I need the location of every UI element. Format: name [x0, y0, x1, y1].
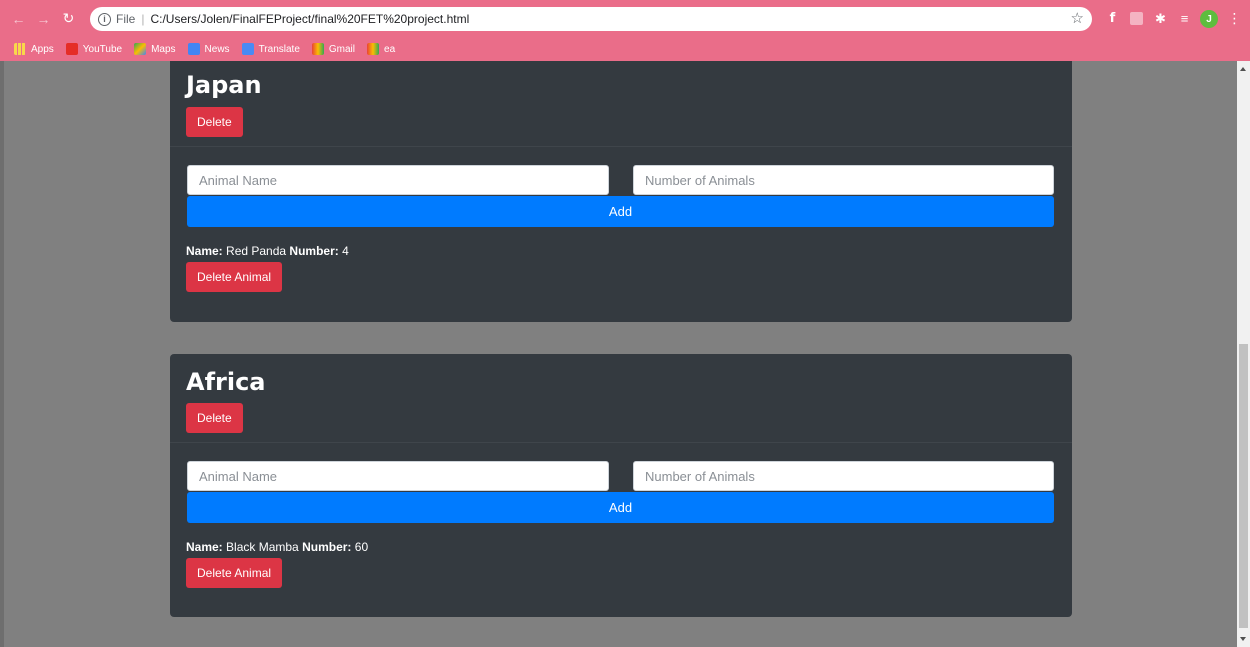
maps-icon	[134, 43, 147, 55]
bookmark-maps[interactable]: Maps	[134, 43, 176, 55]
bookmark-ea[interactable]: ea	[367, 43, 395, 55]
reload-icon[interactable]: ↻	[60, 10, 77, 27]
bookmark-label: YouTube	[82, 43, 123, 55]
bookmarks-bar: Apps YouTube Maps News Translate Gmail e…	[0, 37, 1250, 61]
gmail-icon	[311, 43, 324, 55]
delete-animal-button[interactable]: Delete Animal	[186, 262, 283, 292]
address-bar[interactable]: i File | C:/Users/Jolen/FinalFEProject/f…	[90, 7, 1092, 31]
bookmark-news[interactable]: News	[187, 43, 230, 55]
animal-name-input[interactable]: Animal Name	[187, 165, 609, 195]
animal-number-label: Number:	[302, 540, 352, 554]
back-arrow-icon[interactable]: ←	[10, 10, 27, 27]
scroll-down-arrow-icon[interactable]	[1240, 637, 1246, 641]
animal-entry: Name: Red Panda Number: 4	[186, 244, 349, 258]
info-icon[interactable]: i	[98, 12, 111, 26]
address-separator: |	[141, 12, 145, 26]
scrollbar-thumb[interactable]	[1239, 344, 1248, 628]
habitat-card-africa: Africa Delete Animal Name Number of Anim…	[170, 354, 1072, 617]
animal-number-label: Number:	[289, 244, 339, 258]
animal-name: Black Mamba	[226, 540, 299, 554]
habitat-card-header: Japan Delete	[170, 61, 1072, 147]
bookmark-gmail[interactable]: Gmail	[311, 43, 356, 55]
apps-grid-icon	[14, 43, 26, 55]
animal-number-input[interactable]: Number of Animals	[633, 461, 1054, 491]
animal-number: 60	[354, 540, 369, 554]
profile-avatar[interactable]: J	[1200, 10, 1218, 28]
habitat-title: Africa	[186, 368, 266, 396]
vertical-scrollbar[interactable]	[1237, 61, 1250, 647]
scroll-up-arrow-icon[interactable]	[1240, 67, 1246, 71]
forward-arrow-icon[interactable]: →	[35, 10, 52, 27]
habitat-title: Japan	[186, 71, 262, 99]
bookmark-label: News	[204, 43, 230, 55]
bookmark-translate[interactable]: Translate	[241, 43, 300, 55]
animal-number-input[interactable]: Number of Animals	[633, 165, 1054, 195]
bookmark-label: Translate	[258, 43, 300, 55]
bookmark-star-icon[interactable]: ☆	[1071, 9, 1084, 27]
delete-habitat-button[interactable]: Delete	[186, 403, 243, 433]
bookmark-label: Gmail	[328, 43, 356, 55]
window-edge	[0, 61, 4, 647]
bookmark-label: Apps	[31, 43, 54, 55]
add-animal-button[interactable]: Add	[187, 492, 1054, 523]
habitat-card-header: Africa Delete	[170, 354, 1072, 443]
translate-icon	[241, 43, 254, 55]
delete-habitat-button[interactable]: Delete	[186, 107, 243, 137]
animal-name-label: Name:	[186, 244, 223, 258]
bookmark-label: Maps	[151, 43, 176, 55]
bookmark-label: ea	[384, 43, 396, 55]
extensions-puzzle-icon[interactable]: ✱	[1152, 10, 1169, 27]
bookmark-youtube[interactable]: YouTube	[65, 43, 123, 55]
youtube-icon	[65, 43, 78, 55]
news-icon	[187, 43, 200, 55]
gmail-icon	[367, 43, 380, 55]
scheme-label: File	[116, 12, 136, 26]
animal-entry: Name: Black Mamba Number: 60	[186, 540, 368, 554]
browser-toolbar: ← → ↻ i File | C:/Users/Jolen/FinalFEPro…	[0, 0, 1250, 37]
delete-animal-button[interactable]: Delete Animal	[186, 558, 283, 588]
url-text[interactable]: C:/Users/Jolen/FinalFEProject/final%20FE…	[150, 12, 469, 26]
animal-number: 4	[342, 244, 349, 258]
bookmark-apps[interactable]: Apps	[14, 43, 54, 55]
animal-name-label: Name:	[186, 540, 223, 554]
more-menu-icon[interactable]: ⋮	[1226, 10, 1243, 27]
animal-name: Red Panda	[226, 244, 287, 258]
habitat-card-japan: Japan Delete Animal Name Number of Anima…	[170, 61, 1072, 322]
page-viewport: Japan Delete Animal Name Number of Anima…	[0, 61, 1250, 647]
animal-name-input[interactable]: Animal Name	[187, 461, 609, 491]
extension-icon[interactable]	[1128, 10, 1145, 27]
add-animal-button[interactable]: Add	[187, 196, 1054, 227]
reading-list-icon[interactable]: ≡	[1176, 10, 1193, 27]
facebook-extension-icon[interactable]: f	[1104, 10, 1121, 27]
